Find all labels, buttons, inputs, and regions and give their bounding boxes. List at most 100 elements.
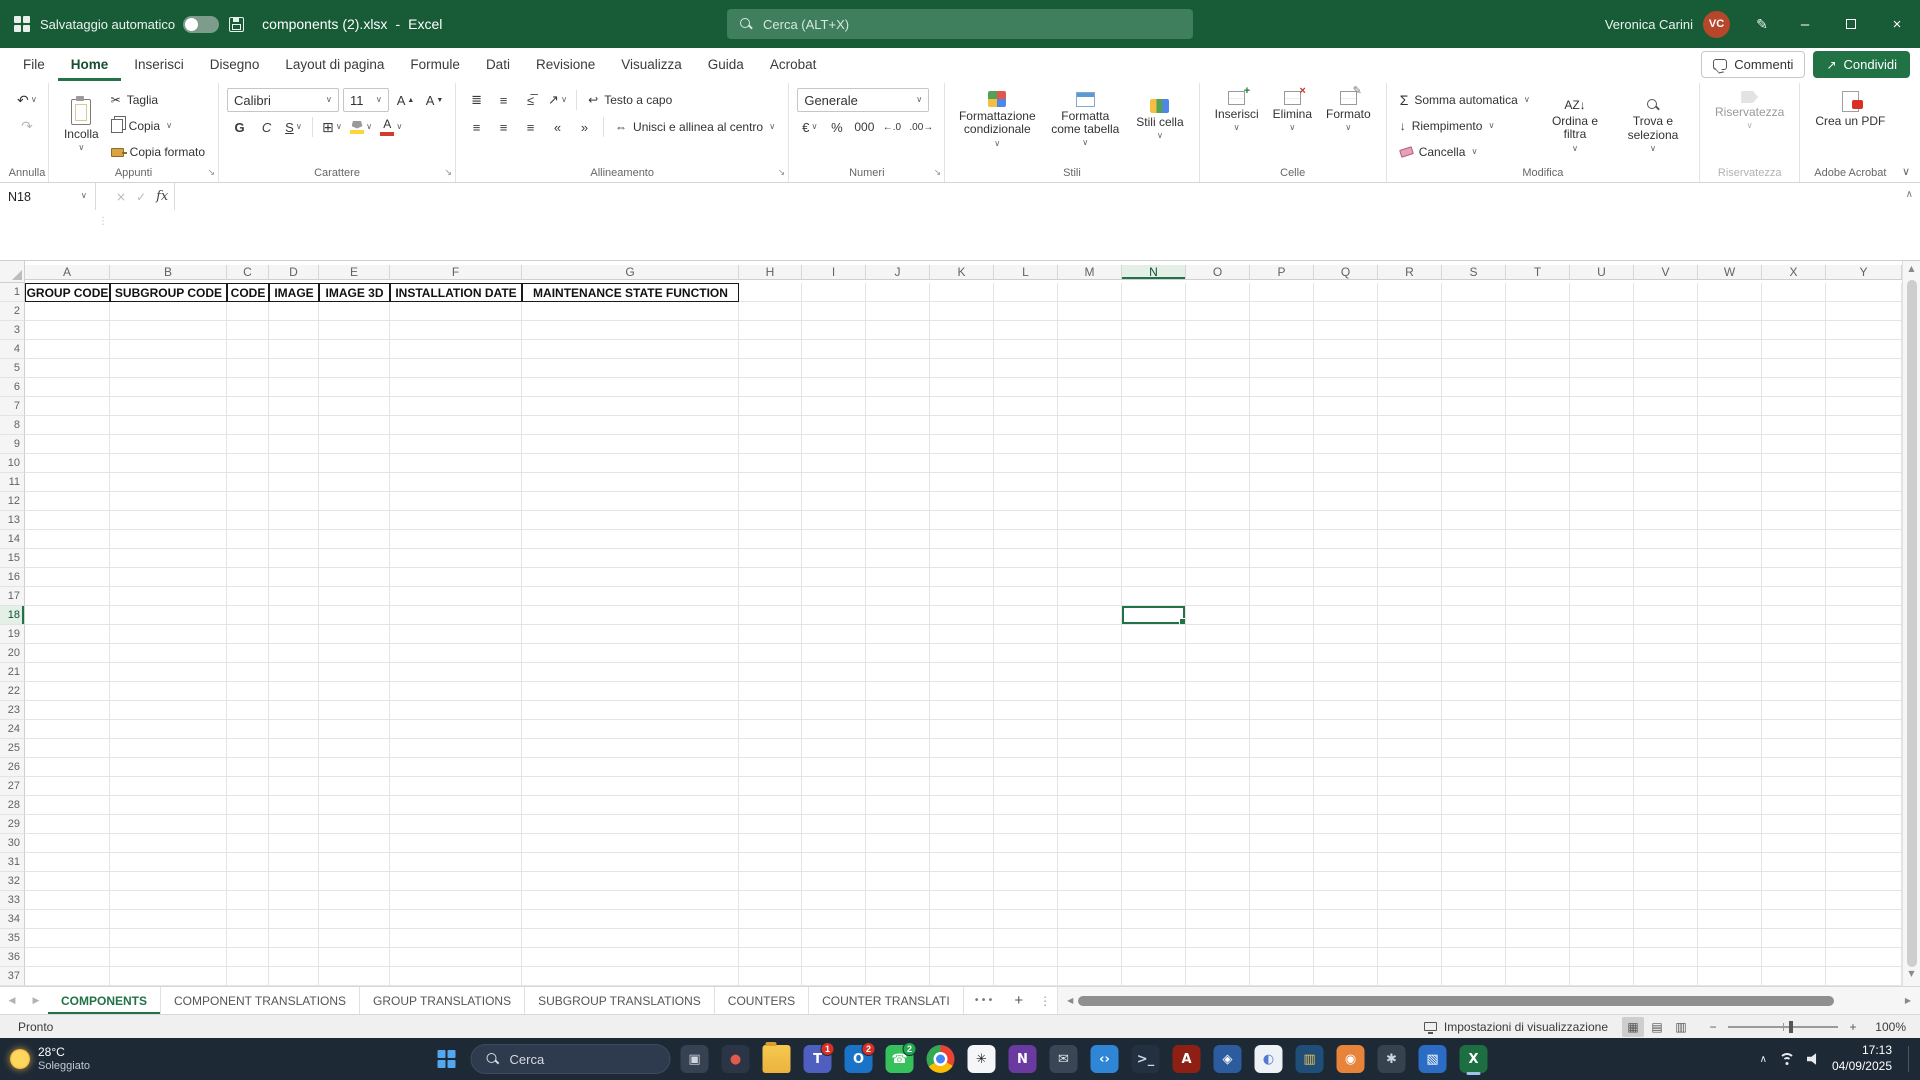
row-header-35[interactable]: 35: [0, 929, 25, 948]
cell-T21[interactable]: [1506, 663, 1570, 682]
cell-B33[interactable]: [110, 891, 227, 910]
column-header-O[interactable]: O: [1186, 264, 1250, 280]
cell-S12[interactable]: [1442, 492, 1506, 511]
cell-G7[interactable]: [522, 397, 739, 416]
cell-E11[interactable]: [319, 473, 390, 492]
cell-N5[interactable]: [1122, 359, 1186, 378]
cell-Q24[interactable]: [1314, 720, 1378, 739]
cell-F36[interactable]: [390, 948, 522, 967]
cell-O20[interactable]: [1186, 644, 1250, 663]
cell-E17[interactable]: [319, 587, 390, 606]
conditional-formatting-button[interactable]: Formattazione condizionale ∨: [953, 88, 1041, 151]
cell-D7[interactable]: [269, 397, 319, 416]
cell-Q10[interactable]: [1314, 454, 1378, 473]
cell-N15[interactable]: [1122, 549, 1186, 568]
cell-D20[interactable]: [269, 644, 319, 663]
cell-B24[interactable]: [110, 720, 227, 739]
cell-E12[interactable]: [319, 492, 390, 511]
cell-C31[interactable]: [227, 853, 269, 872]
cell-S29[interactable]: [1442, 815, 1506, 834]
cell-F17[interactable]: [390, 587, 522, 606]
cell-H9[interactable]: [739, 435, 802, 454]
row-header-19[interactable]: 19: [0, 625, 25, 644]
cell-Y2[interactable]: [1826, 302, 1902, 321]
row-header-8[interactable]: 8: [0, 416, 25, 435]
cell-T14[interactable]: [1506, 530, 1570, 549]
cell-M10[interactable]: [1058, 454, 1122, 473]
cell-V7[interactable]: [1634, 397, 1698, 416]
cell-D12[interactable]: [269, 492, 319, 511]
cell-Y32[interactable]: [1826, 872, 1902, 891]
more-sheets-button[interactable]: •••: [964, 987, 1005, 1014]
cell-J22[interactable]: [866, 682, 930, 701]
cell-L34[interactable]: [994, 910, 1058, 929]
cell-R20[interactable]: [1378, 644, 1442, 663]
column-header-S[interactable]: S: [1442, 264, 1506, 280]
number-dialog-launcher-icon[interactable]: ↘: [934, 167, 942, 178]
cell-A23[interactable]: [25, 701, 110, 720]
cell-O32[interactable]: [1186, 872, 1250, 891]
cell-L7[interactable]: [994, 397, 1058, 416]
cell-H15[interactable]: [739, 549, 802, 568]
cell-P32[interactable]: [1250, 872, 1314, 891]
cell-S17[interactable]: [1442, 587, 1506, 606]
cell-C10[interactable]: [227, 454, 269, 473]
cell-L26[interactable]: [994, 758, 1058, 777]
cell-A35[interactable]: [25, 929, 110, 948]
cell-T30[interactable]: [1506, 834, 1570, 853]
avatar[interactable]: VC: [1703, 10, 1730, 38]
cell-T8[interactable]: [1506, 416, 1570, 435]
cell-G25[interactable]: [522, 739, 739, 758]
cell-B32[interactable]: [110, 872, 227, 891]
cell-V21[interactable]: [1634, 663, 1698, 682]
accounting-format-button[interactable]: € ∨: [797, 115, 822, 139]
sheet-nav-right-icon[interactable]: ▶: [24, 987, 48, 1014]
menu-tab-revisione[interactable]: Revisione: [523, 48, 608, 81]
cell-X2[interactable]: [1762, 302, 1826, 321]
cell-N6[interactable]: [1122, 378, 1186, 397]
cell-F37[interactable]: [390, 967, 522, 986]
cell-G19[interactable]: [522, 625, 739, 644]
cell-M8[interactable]: [1058, 416, 1122, 435]
cell-Q4[interactable]: [1314, 340, 1378, 359]
cell-S15[interactable]: [1442, 549, 1506, 568]
cell-E14[interactable]: [319, 530, 390, 549]
cell-S11[interactable]: [1442, 473, 1506, 492]
cell-G15[interactable]: [522, 549, 739, 568]
cell-W8[interactable]: [1698, 416, 1762, 435]
column-header-H[interactable]: H: [739, 264, 802, 280]
cell-Q22[interactable]: [1314, 682, 1378, 701]
cell-E27[interactable]: [319, 777, 390, 796]
cell-D21[interactable]: [269, 663, 319, 682]
cell-Y34[interactable]: [1826, 910, 1902, 929]
cell-D4[interactable]: [269, 340, 319, 359]
volume-icon[interactable]: [1806, 1053, 1817, 1065]
cell-G2[interactable]: [522, 302, 739, 321]
cell-I19[interactable]: [802, 625, 866, 644]
cell-D34[interactable]: [269, 910, 319, 929]
align-middle-icon[interactable]: ≡: [491, 88, 516, 112]
cell-S8[interactable]: [1442, 416, 1506, 435]
cell-T5[interactable]: [1506, 359, 1570, 378]
cell-F9[interactable]: [390, 435, 522, 454]
cell-D2[interactable]: [269, 302, 319, 321]
row-header-15[interactable]: 15: [0, 549, 25, 568]
align-right-icon[interactable]: ≡: [518, 115, 543, 139]
row-header-1[interactable]: 1: [0, 283, 25, 302]
cell-X36[interactable]: [1762, 948, 1826, 967]
cell-O5[interactable]: [1186, 359, 1250, 378]
sensitivity-button[interactable]: Riservatezza ∨: [1708, 88, 1791, 134]
cell-R14[interactable]: [1378, 530, 1442, 549]
cell-A34[interactable]: [25, 910, 110, 929]
cell-W11[interactable]: [1698, 473, 1762, 492]
cell-H2[interactable]: [739, 302, 802, 321]
page-layout-view-button[interactable]: ▤: [1646, 1017, 1668, 1037]
cell-W25[interactable]: [1698, 739, 1762, 758]
row-header-3[interactable]: 3: [0, 321, 25, 340]
cell-V27[interactable]: [1634, 777, 1698, 796]
cell-S6[interactable]: [1442, 378, 1506, 397]
cell-G10[interactable]: [522, 454, 739, 473]
cell-Q35[interactable]: [1314, 929, 1378, 948]
sheet-tab-subgroup-translations[interactable]: SUBGROUP TRANSLATIONS: [525, 987, 715, 1014]
cell-J25[interactable]: [866, 739, 930, 758]
